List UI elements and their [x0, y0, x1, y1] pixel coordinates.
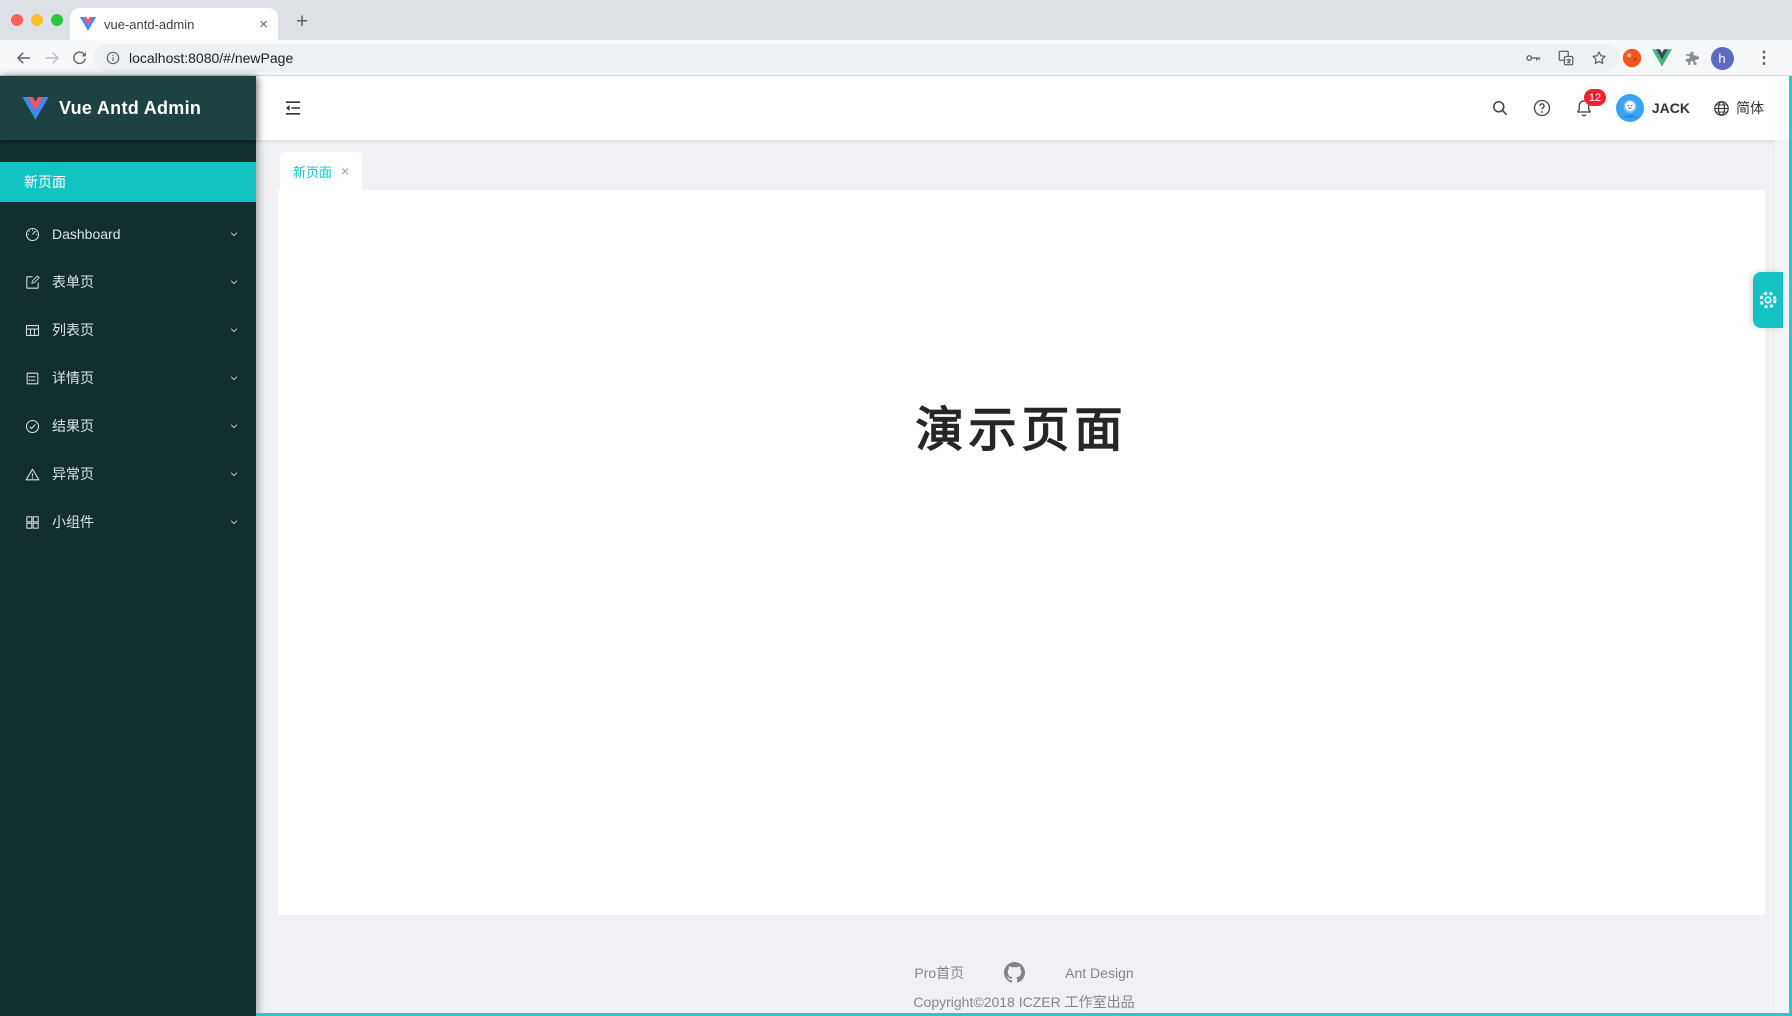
github-icon[interactable]	[1004, 962, 1025, 983]
sidebar-item-label: 新页面	[24, 172, 66, 192]
password-key-icon[interactable]	[1524, 49, 1542, 67]
chevron-down-icon	[228, 468, 240, 480]
warning-icon	[24, 466, 41, 483]
page-tab-label: 新页面	[293, 162, 332, 181]
gear-icon	[1757, 289, 1779, 311]
sidebar: Vue Antd Admin 新页面 Dashboard 表单页	[0, 76, 256, 1016]
sidebar-menu: 新页面 Dashboard 表单页 列表页	[0, 140, 256, 542]
form-icon	[24, 274, 41, 291]
footer-copyright: Copyright©2018 ICZER 工作室出品	[256, 992, 1792, 1012]
sidebar-item-result[interactable]: 结果页	[0, 406, 256, 446]
sidebar-item-label: Dashboard	[52, 226, 228, 242]
chevron-down-icon	[228, 276, 240, 288]
help-icon[interactable]	[1532, 98, 1552, 118]
app-header: 12 JACK 简体	[256, 76, 1792, 140]
dashboard-icon	[24, 226, 41, 243]
profile-icon	[24, 370, 41, 387]
settings-drawer-button[interactable]	[1753, 272, 1783, 328]
sidebar-item-detail[interactable]: 详情页	[0, 358, 256, 398]
bookmark-star-icon[interactable]	[1590, 49, 1608, 67]
address-bar[interactable]: localhost:8080/#/newPage	[93, 44, 1620, 72]
chevron-down-icon	[228, 516, 240, 528]
search-icon[interactable]	[1490, 98, 1510, 118]
extensions-puzzle-icon[interactable]	[1680, 46, 1704, 70]
site-info-icon[interactable]	[105, 50, 121, 66]
browser-menu-icon[interactable]: ⋮	[1752, 46, 1776, 70]
username: JACK	[1652, 100, 1690, 116]
new-tab-button[interactable]: +	[288, 8, 316, 36]
browser-tab-title: vue-antd-admin	[104, 17, 259, 32]
maximize-window-button[interactable]	[51, 14, 63, 26]
page-tab-close-icon[interactable]: ×	[341, 163, 349, 179]
extension-orange-icon[interactable]	[1620, 46, 1644, 70]
app-logo[interactable]: Vue Antd Admin	[0, 76, 256, 140]
browser-tabstrip: vue-antd-admin × +	[0, 0, 1792, 40]
sidebar-item-label: 列表页	[52, 320, 228, 340]
appstore-icon	[24, 514, 41, 531]
favicon-vue-icon	[80, 17, 96, 31]
reload-icon[interactable]	[67, 46, 91, 70]
sidebar-item-label: 小组件	[52, 512, 228, 532]
notification-badge: 12	[1584, 89, 1606, 106]
page-footer: Pro首页 Ant Design Copyright©2018 ICZER 工作…	[256, 962, 1792, 1012]
table-icon	[24, 322, 41, 339]
sidebar-item-new-page[interactable]: 新页面	[0, 162, 256, 202]
page-title: 演示页面	[278, 190, 1765, 460]
sidebar-item-exception[interactable]: 异常页	[0, 454, 256, 494]
footer-link-antd[interactable]: Ant Design	[1065, 965, 1133, 981]
page-tab-active[interactable]: 新页面 ×	[280, 152, 362, 190]
sidebar-item-form[interactable]: 表单页	[0, 262, 256, 302]
app-title: Vue Antd Admin	[59, 98, 201, 119]
notifications-bell-icon[interactable]: 12	[1574, 98, 1594, 118]
sidebar-item-label: 结果页	[52, 416, 228, 436]
browser-profile-avatar[interactable]: h	[1710, 46, 1734, 70]
chevron-down-icon	[228, 372, 240, 384]
sidebar-item-label: 详情页	[52, 368, 228, 388]
window-controls[interactable]	[11, 14, 63, 26]
minimize-window-button[interactable]	[31, 14, 43, 26]
chevron-down-icon	[228, 420, 240, 432]
chevron-down-icon	[228, 228, 240, 240]
language-label: 简体	[1736, 98, 1764, 118]
footer-link-pro[interactable]: Pro首页	[914, 963, 964, 983]
url-text[interactable]: localhost:8080/#/newPage	[129, 50, 1524, 66]
sidebar-item-widgets[interactable]: 小组件	[0, 502, 256, 542]
user-avatar	[1616, 94, 1644, 122]
sidebar-item-list[interactable]: 列表页	[0, 310, 256, 350]
vue-devtools-icon[interactable]	[1650, 46, 1674, 70]
tab-close-icon[interactable]: ×	[259, 17, 268, 32]
page-card: 演示页面	[278, 190, 1765, 915]
chevron-down-icon	[228, 324, 240, 336]
globe-icon	[1712, 99, 1731, 118]
check-circle-icon	[24, 418, 41, 435]
forward-icon[interactable]	[40, 46, 64, 70]
user-menu[interactable]: JACK	[1616, 94, 1690, 122]
sidebar-item-label: 异常页	[52, 464, 228, 484]
menu-fold-icon[interactable]	[283, 98, 303, 118]
content-area: 新页面 × 演示页面 Pro首页 Ant Design Copyright©20…	[256, 140, 1792, 1016]
vue-logo-icon	[22, 97, 49, 120]
browser-toolbar: localhost:8080/#/newPage h ⋮	[0, 40, 1792, 76]
close-window-button[interactable]	[11, 14, 23, 26]
back-icon[interactable]	[12, 46, 36, 70]
browser-tab[interactable]: vue-antd-admin ×	[70, 8, 278, 40]
sidebar-item-dashboard[interactable]: Dashboard	[0, 214, 256, 254]
language-switcher[interactable]: 简体	[1712, 98, 1764, 118]
sidebar-item-label: 表单页	[52, 272, 228, 292]
translate-icon[interactable]	[1557, 49, 1575, 67]
